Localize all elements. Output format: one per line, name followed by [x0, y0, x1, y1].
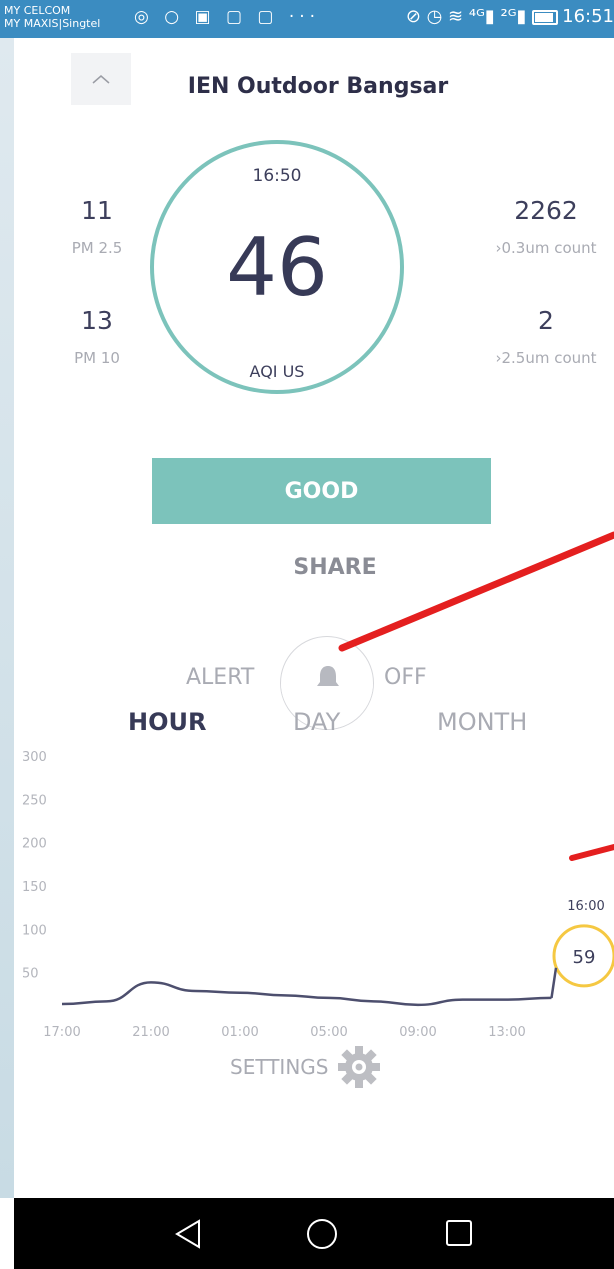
notification-icons: ◎ ○ ▣ ▢ ▢ ··· [134, 7, 321, 27]
pm10-stat: 13 PM 10 [52, 306, 142, 367]
count25-value: 2 [538, 306, 554, 335]
pm25-value: 11 [81, 196, 113, 225]
x-tick-label: 21:00 [132, 1025, 169, 1040]
latest-value-label: 59 [573, 947, 596, 968]
series-line-tail [550, 967, 558, 999]
x-tick-label: 13:00 [488, 1025, 525, 1040]
recents-icon[interactable] [444, 1218, 474, 1248]
aqi-unit: AQI US [249, 362, 305, 381]
signal-icons: ⊘ ◷ ≋ ⁴ᴳ▮ ²ᴳ▮ [405, 6, 527, 27]
latest-time-label: 16:00 [567, 899, 604, 914]
alert-state: OFF [384, 665, 427, 690]
y-tick-label: 100 [22, 923, 47, 938]
reading-time: 16:50 [252, 166, 302, 186]
settings-button[interactable]: SETTINGS [230, 1044, 382, 1090]
pm25-label: PM 2.5 [71, 239, 123, 257]
count03-label: ›0.3um count [495, 239, 597, 257]
bell-icon [317, 666, 339, 686]
carrier-1: MY CELCOM [4, 4, 71, 17]
tab-hour[interactable]: HOUR [128, 708, 206, 736]
pm10-value: 13 [81, 306, 113, 335]
battery-icon [532, 9, 559, 25]
air-quality-status: GOOD [152, 458, 491, 524]
settings-label: SETTINGS [230, 1055, 329, 1079]
aqi-value: 46 [226, 221, 328, 314]
system-status: ⊘ ◷ ≋ ⁴ᴳ▮ ²ᴳ▮ 16:51 [406, 6, 614, 27]
share-button[interactable]: SHARE [260, 555, 410, 580]
y-tick-label: 50 [22, 967, 39, 982]
tab-day[interactable]: DAY [293, 708, 340, 736]
alert-label: ALERT [186, 665, 255, 690]
home-icon[interactable] [306, 1218, 338, 1250]
collapse-button[interactable] [71, 53, 131, 105]
carrier-info: MY CELCOM MY MAXIS|Singtel [4, 4, 100, 30]
x-tick-label: 09:00 [399, 1025, 436, 1040]
x-tick-label: 01:00 [221, 1025, 258, 1040]
status-time: 16:51 [562, 6, 614, 27]
x-tick-label: 17:00 [43, 1025, 80, 1040]
count25-label: ›2.5um count [495, 349, 597, 367]
aqi-gauge: 16:50 46 AQI US [150, 140, 404, 394]
pm10-label: PM 10 [74, 349, 120, 367]
carrier-2: MY MAXIS|Singtel [4, 17, 101, 30]
series-line [61, 981, 552, 1007]
location-title: IEN Outdoor Bangsar [187, 74, 449, 99]
status-bar: MY CELCOM MY MAXIS|Singtel ◎ ○ ▣ ▢ ▢ ···… [0, 0, 614, 38]
count03-value: 2262 [514, 196, 578, 225]
gear-icon [338, 1046, 381, 1088]
pm25-stat: 11 PM 2.5 [52, 196, 142, 257]
aqi-history-chart: 50 100 150 200 250 300 17:00 21:00 01:00 05:00 09:… [22, 750, 614, 1040]
y-tick-label: 250 [22, 793, 47, 808]
count25-stat: 2 ›2.5um count [486, 306, 606, 367]
y-tick-label: 150 [22, 880, 47, 895]
back-icon[interactable] [173, 1218, 203, 1250]
y-tick-label: 300 [22, 750, 47, 765]
count03-stat: 2262 ›0.3um count [486, 196, 606, 257]
chevron-up-icon [92, 75, 110, 84]
x-tick-label: 05:00 [310, 1025, 347, 1040]
navigation-bar [14, 1198, 614, 1269]
tab-month[interactable]: MONTH [437, 708, 527, 736]
y-tick-label: 200 [22, 837, 47, 852]
